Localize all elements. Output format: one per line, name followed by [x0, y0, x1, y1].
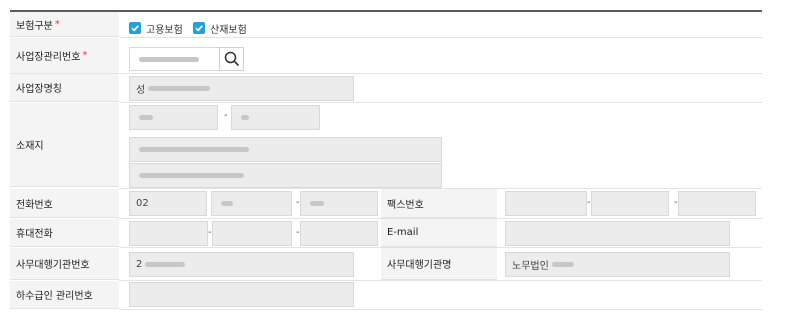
agency-name-field: 노무법인 — [505, 252, 730, 277]
email-field — [505, 221, 730, 246]
table-top-border — [10, 10, 762, 12]
mobile-part1 — [129, 221, 208, 246]
fax-part1 — [505, 191, 587, 216]
business-name-field: 성 — [129, 76, 354, 101]
masked-value — [241, 115, 249, 120]
fax-label: 팩스번호 — [381, 189, 497, 218]
agency-number-label: 사무대행기관번호 — [10, 248, 119, 280]
search-icon — [224, 51, 239, 67]
masked-value — [145, 262, 186, 267]
masked-value — [221, 201, 233, 206]
address-line1 — [129, 137, 442, 162]
phone-part3 — [300, 191, 378, 216]
row-divider — [119, 102, 762, 103]
phone-area-code: 02 — [129, 191, 207, 216]
row-divider — [119, 37, 762, 38]
masked-value — [310, 201, 324, 206]
industrial-accident-insurance-label: 산재보험 — [210, 25, 247, 36]
row-divider — [119, 73, 762, 74]
sewer-number-label: 하수급인 관리번호 — [10, 281, 119, 309]
business-name-label: 사업장명칭 — [10, 74, 119, 102]
sewer-number-field — [129, 282, 354, 307]
industrial-accident-insurance-checkbox[interactable] — [193, 22, 205, 34]
masked-value — [139, 115, 153, 120]
postal-code-part1 — [129, 105, 218, 130]
email-label: E-mail — [381, 219, 497, 247]
row-divider — [119, 309, 762, 310]
check-icon — [195, 25, 203, 32]
phone-part2 — [211, 191, 292, 216]
phone-label: 전화번호 — [10, 189, 119, 218]
dash: - — [224, 110, 228, 121]
address-line2 — [129, 163, 442, 188]
fax-part2 — [591, 191, 669, 216]
agency-name-label: 사무대행기관명 — [381, 248, 497, 280]
employment-insurance-checkbox[interactable] — [129, 22, 141, 34]
masked-value — [139, 56, 199, 62]
fax-part3 — [678, 191, 756, 216]
row-divider — [119, 280, 762, 281]
postal-code-part2 — [231, 105, 320, 130]
address-label: 소재지 — [10, 103, 119, 187]
mobile-part2 — [212, 221, 292, 246]
masked-value — [148, 86, 211, 91]
check-icon — [131, 25, 139, 32]
business-number-label: 사업장관리번호 * — [10, 38, 119, 74]
required-mark: * — [82, 50, 88, 61]
mobile-part3 — [300, 221, 378, 246]
masked-value — [139, 147, 249, 152]
agency-number-field: 2 — [129, 252, 354, 277]
insurance-type-label: 보험구분 * — [10, 12, 119, 37]
masked-value — [139, 173, 244, 178]
business-number-search-button[interactable] — [219, 47, 244, 71]
employment-insurance-label: 고용보험 — [146, 25, 183, 36]
business-number-input[interactable] — [129, 47, 220, 71]
required-mark: * — [54, 18, 60, 30]
mobile-label: 휴대전화 — [10, 219, 119, 247]
masked-value — [551, 262, 574, 267]
